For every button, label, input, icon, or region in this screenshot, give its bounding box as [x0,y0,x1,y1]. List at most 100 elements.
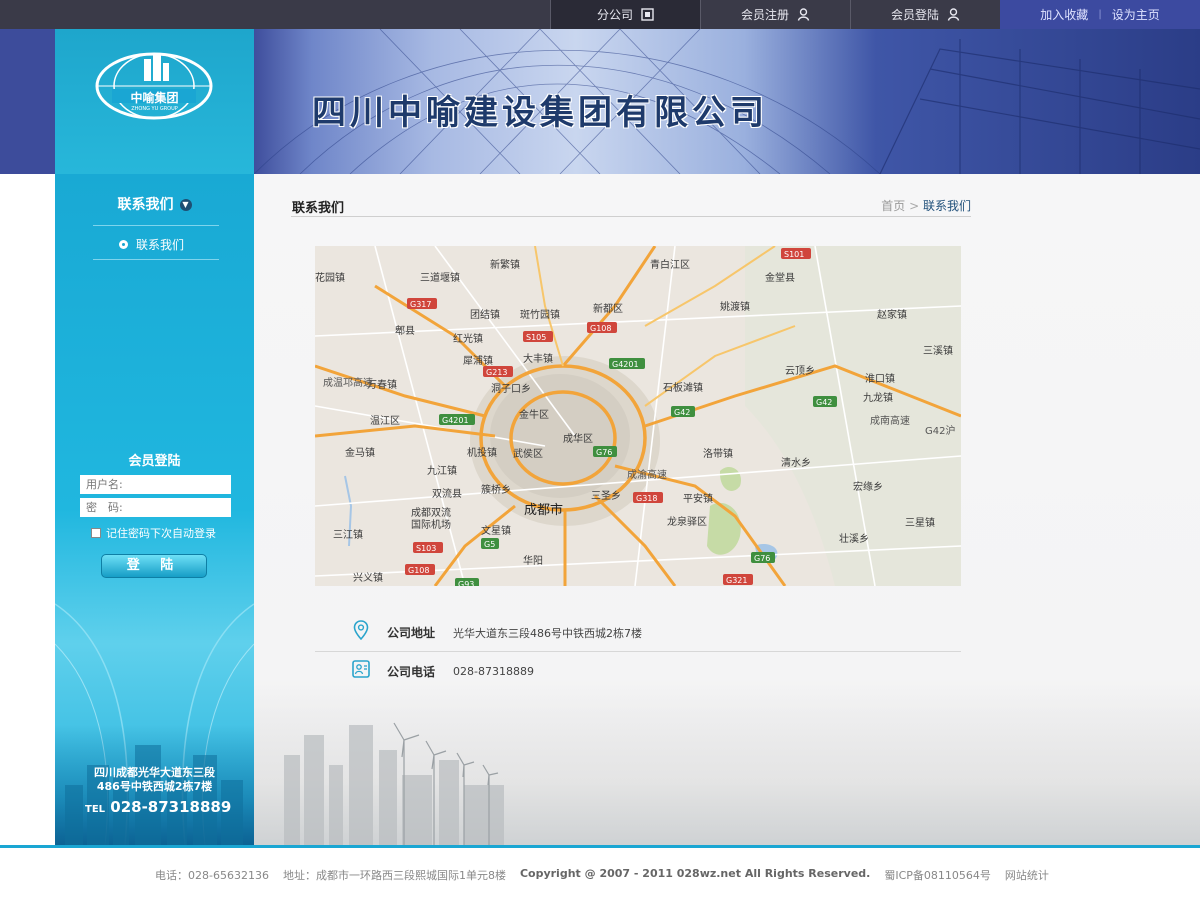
road-shield-label: G5 [484,540,495,549]
user-icon [797,8,810,21]
map-label: 金马镇 [345,446,375,459]
sidebar-tel-number: 028-87318889 [110,798,232,816]
map-label: 华阳 [523,554,543,567]
top-bar: 分公司 会员注册 会员登陆 加入收藏 | 设为主页 [0,0,1200,29]
map-label: 三星镇 [905,516,935,529]
map-label: 新都区 [593,302,623,315]
footer-stats-link[interactable]: 网站统计 [1005,867,1049,883]
map-label: 成渝高速 [627,468,667,481]
map-label: 温江区 [370,415,400,427]
top-nav-branch[interactable]: 分公司 [550,0,700,29]
map-label: 三道堰镇 [420,271,460,284]
map-label: 金堂县 [765,271,795,284]
sidebar-address-line1: 四川成都光华大道东三段 [94,766,215,779]
map-label: 赵家镇 [877,308,907,321]
road-shield-label: S105 [526,333,546,342]
map-label: 九江镇 [427,464,457,477]
road-shield-label: G318 [636,494,657,503]
skyline-art [254,685,1200,845]
skyline-buildings-art [284,722,504,845]
footer-icp[interactable]: 蜀ICP备08110564号 [884,867,991,883]
set-homepage-link[interactable]: 设为主页 [1112,6,1160,23]
top-nav-login-label: 会员登陆 [890,8,939,22]
logo-text: 中喻集团 [130,91,179,105]
top-separator: | [1098,9,1102,20]
map-label: 兴义镇 [353,571,383,584]
map-label: 三圣乡 [591,490,621,502]
footer-line: 电话：028-65632136 地址：成都市一环路西三段熙城国际1单元8楼 Co… [155,867,1049,883]
top-nav: 分公司 会员注册 会员登陆 [550,0,1000,29]
contact-info: 公司地址 光华大道东三段486号中铁西城2栋7楼 公司电话 028-873188… [315,614,961,690]
map-label: 簇桥乡 [481,483,511,496]
road-shield-label: G108 [590,324,611,333]
top-right-links: 加入收藏 | 设为主页 [1000,0,1200,29]
road-shield-label: S101 [784,250,804,259]
map-label: 花园镇 [315,271,345,284]
road-shield-label: G76 [754,554,770,563]
contact-card-icon [351,659,371,683]
logo-subtext: ZHONG YU GROUP [131,106,178,112]
map-label: 姚渡镇 [720,300,750,313]
map-label: 三溪镇 [923,344,953,357]
footer: 电话：028-65632136 地址：成都市一环路西三段熙城国际1单元8楼 Co… [0,845,1200,900]
sidebar-tel: TEL 028-87318889 [85,798,231,816]
road-shield-label: G108 [408,566,429,575]
map-label: 九龙镇 [863,391,893,404]
page-title: 联系我们 [292,201,345,216]
map-label: 斑竹园镇 [520,308,560,321]
map-label: 云顶乡 [785,365,815,377]
map-label: 郫县 [395,324,415,337]
map-label: 成南高速 [870,414,910,427]
road-shield-label: G4201 [612,360,639,369]
map-label: 宏缘乡 [853,480,883,493]
footer-address: 地址：成都市一环路西三段熙城国际1单元8楼 [282,869,506,882]
map-label: 机投镇 [467,446,497,459]
logo-pane: 中喻集团 ZHONG YU GROUP [55,29,254,174]
road-shield-label: G317 [410,300,431,309]
map-label: 双流县 [432,487,462,500]
sidebar-address: 四川成都光华大道东三段 486号中铁西城2栋7楼 [55,766,254,794]
road-shield-label: G213 [486,368,507,377]
main-content: 联系我们 首页 > 联系我们 青白江区 金堂县 新繁镇 三道堰镇 团结镇 斑竹园… [254,174,1200,845]
top-nav-register[interactable]: 会员注册 [700,0,850,29]
map-label: 成温邛高速 [323,376,373,389]
map-label: G42沪 [925,424,955,437]
top-nav-login[interactable]: 会员登陆 [850,0,1000,29]
map-label: 平安镇 [683,492,713,505]
map-label: 龙泉驿区 [667,515,707,528]
location-pin-icon [351,620,371,645]
breadcrumb-home[interactable]: 首页 [881,199,905,213]
road-shield-label: G42 [816,398,832,407]
map-label: 犀浦镇 [463,354,493,367]
map-label: 洛带镇 [703,447,733,460]
contact-phone-label: 公司电话 [387,664,436,679]
road-shield-label: G321 [726,576,747,585]
map-label: 红光镇 [453,332,483,345]
sidebar-tel-prefix: TEL [85,804,106,815]
map-label: 成都市 [524,502,563,518]
map-label: 青白江区 [650,258,690,271]
location-map[interactable]: 青白江区 金堂县 新繁镇 三道堰镇 团结镇 斑竹园镇 新都区 姚渡镇 赵家镇 郫县 红光镇 三溪镇 犀浦… [315,246,961,586]
top-nav-branch-label: 分公司 [596,8,633,22]
map-label: 成都双流 [411,506,451,519]
contact-address-label: 公司地址 [387,626,436,640]
map-label: 国际机场 [411,518,451,531]
map-label: 清水乡 [781,456,811,469]
add-favorite-link[interactable]: 加入收藏 [1040,6,1088,23]
map-label: 三江镇 [333,528,363,541]
breadcrumb: 首页 > 联系我们 [881,197,971,214]
sidebar: 联系我们▼ 联系我们 会员登陆 记住密码下次自动登录 登 陆 四川成都光华大道东… [55,174,254,845]
map-label: 团结镇 [470,308,500,321]
footer-copyright: Copyright @ 2007 - 2011 028wz.net All Ri… [519,867,871,880]
road-shield-label: G42 [674,408,690,417]
map-label: 金牛区 [519,408,549,421]
footer-phone: 电话：028-65632136 [155,869,269,882]
user-icon [947,8,960,21]
map-label: 淮口镇 [865,372,895,385]
contact-phone-value: 028-87318889 [453,664,534,678]
sidebar-address-line2: 486号中铁西城2栋7楼 [96,780,213,793]
breadcrumb-current[interactable]: 联系我们 [923,199,971,213]
title-bar: 联系我们 首页 > 联系我们 [291,195,971,217]
map-label: 成华区 [563,432,593,445]
map-canvas: 青白江区金堂县 新繁镇三道堰镇团结镇 斑竹园镇 新都区 姚渡镇赵家镇郫县红光镇三溪镇犀浦… [315,246,961,586]
